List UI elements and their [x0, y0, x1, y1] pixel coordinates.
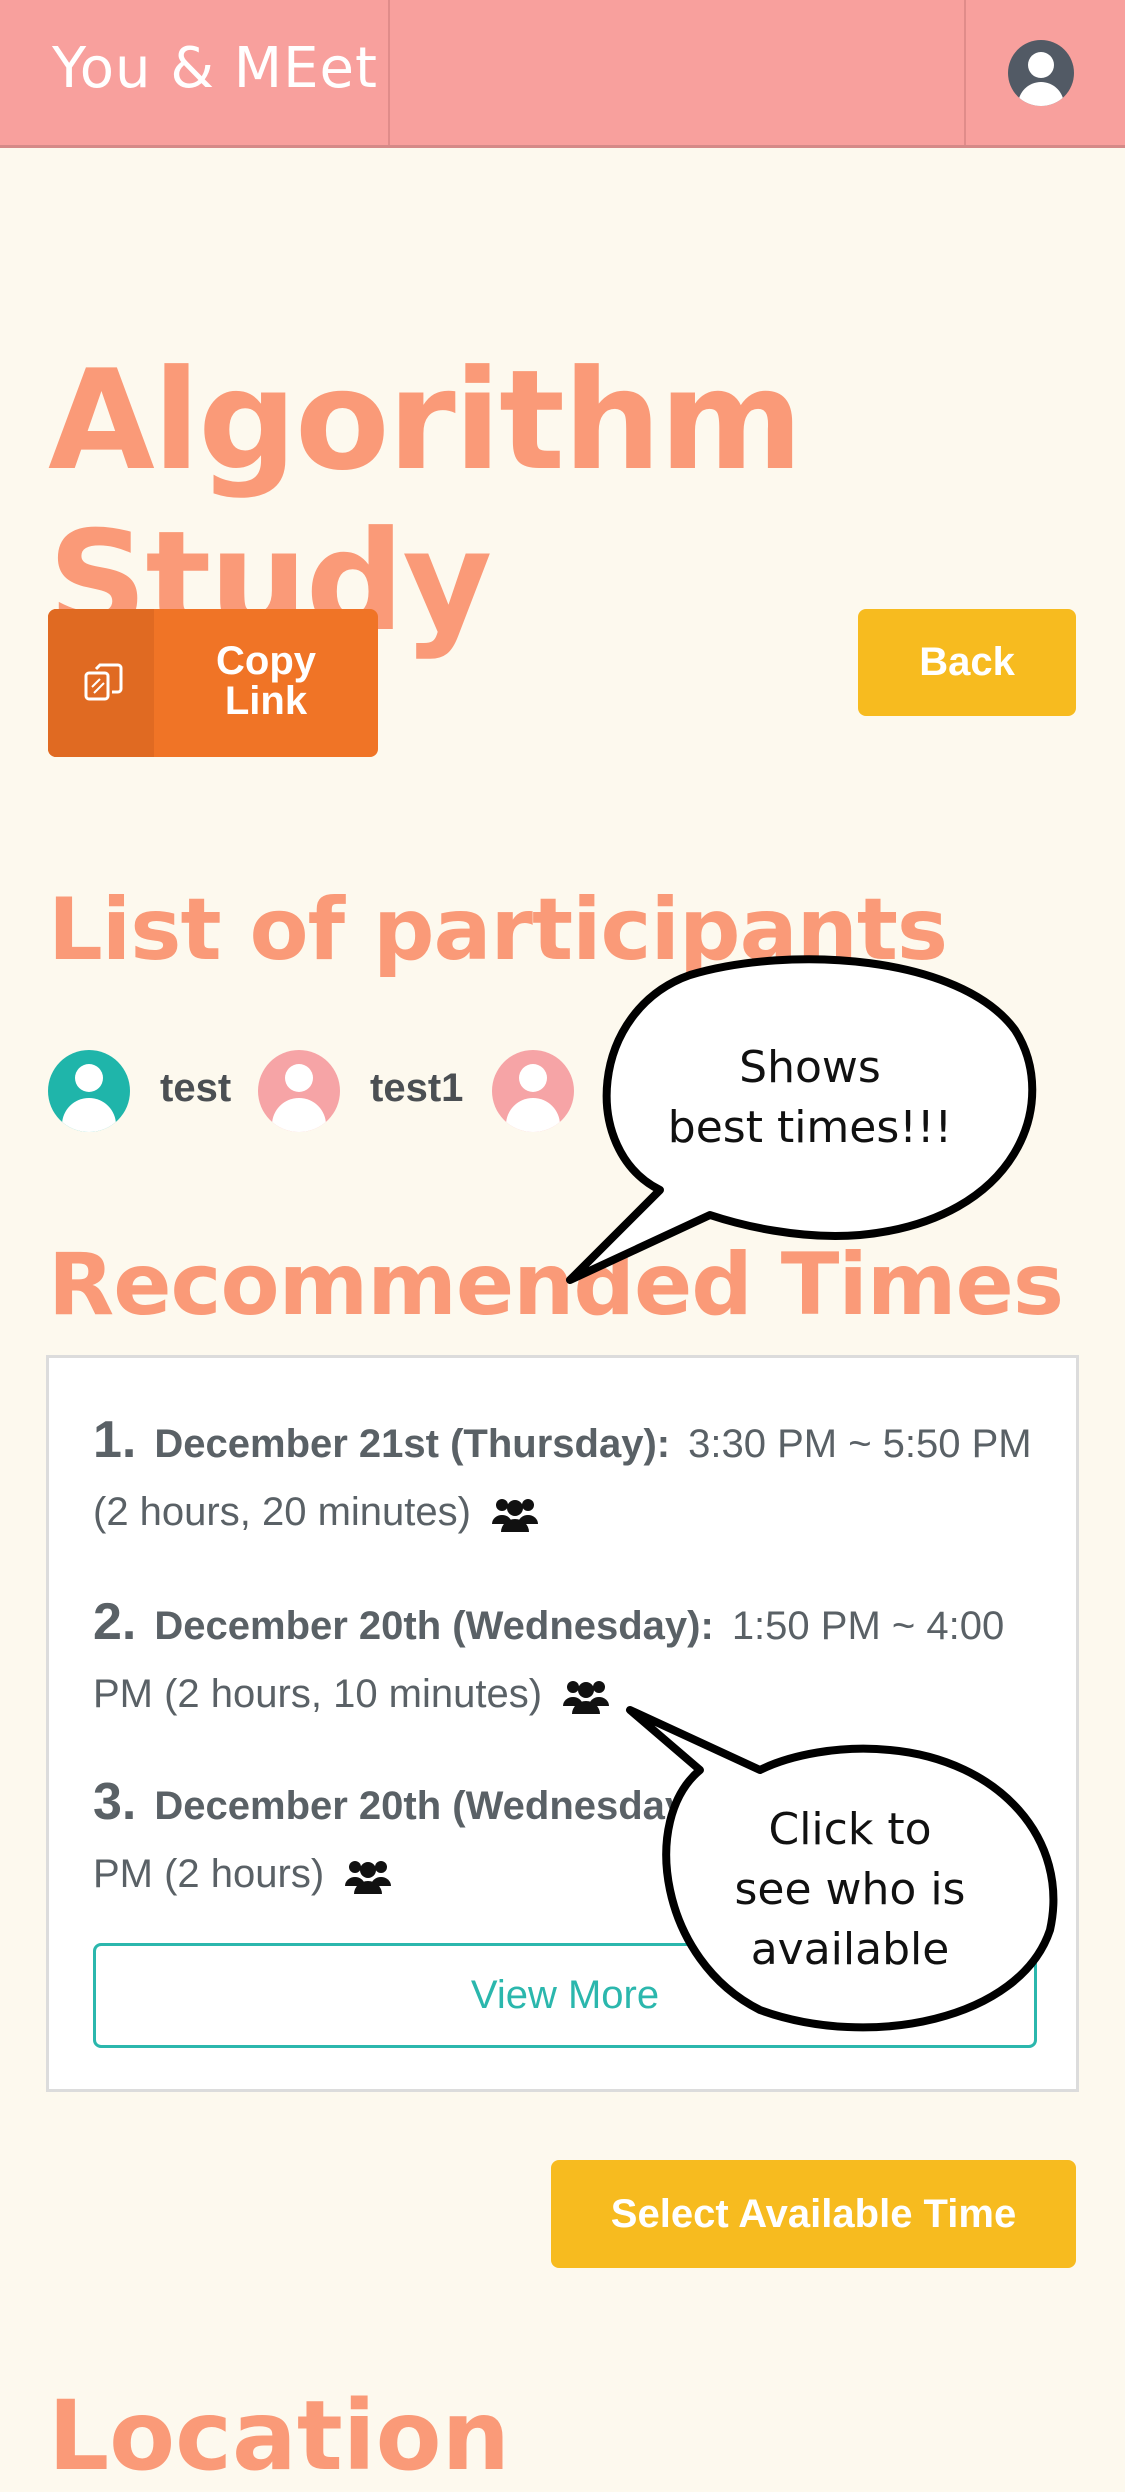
brand-logo[interactable]: You & MEet: [52, 36, 378, 101]
copy-link-label: Copy Link: [216, 639, 316, 723]
recommended-time-item[interactable]: 2. December 20th (Wednesday): 1:50 PM ~ 4:…: [93, 1588, 1043, 1728]
avatar: [492, 1050, 574, 1132]
back-button[interactable]: Back: [858, 609, 1076, 716]
recommended-time-item[interactable]: 1. December 21st (Thursday): 3:30 PM ~ 5:5…: [93, 1406, 1043, 1546]
users-group-icon[interactable]: [343, 1856, 393, 1896]
users-group-icon[interactable]: [490, 1494, 540, 1534]
navbar-divider: [964, 0, 966, 145]
annotation-best-times: Shows best times!!!: [667, 1042, 953, 1153]
item-number: 3.: [93, 1773, 137, 1831]
top-navbar: You & MEet: [0, 0, 1125, 148]
location-heading: Location: [48, 2380, 510, 2492]
avatar: [48, 1050, 130, 1132]
recommended-times-card: 1. December 21st (Thursday): 3:30 PM ~ 5:5…: [46, 1355, 1079, 2092]
navbar-divider: [388, 0, 390, 145]
item-time-range: PM (2 hours): [93, 1852, 325, 1896]
select-available-time-button[interactable]: Select Available Time: [551, 2160, 1076, 2268]
item-date: December 20th (Wednesday):: [154, 1604, 714, 1648]
recommended-times-heading: Recommended Times: [48, 1235, 1064, 1335]
item-number: 1.: [93, 1411, 137, 1469]
item-date: December 21st (Thursday):: [154, 1422, 671, 1466]
annotation-who-available: Click to see who is available: [734, 1804, 966, 1975]
item-number: 2.: [93, 1593, 137, 1651]
copy-icon-cell: [48, 609, 154, 757]
participant-name: test: [160, 1066, 232, 1110]
copy-link-button[interactable]: Copy Link: [48, 609, 378, 757]
item-date: December 20th (Wednesday):: [154, 1784, 714, 1828]
copy-icon: [84, 663, 123, 701]
avatar: [258, 1050, 340, 1132]
participants-heading: List of participants: [48, 880, 948, 980]
profile-icon[interactable]: [1008, 40, 1074, 106]
users-group-icon[interactable]: [561, 1676, 611, 1716]
participant-name: test1: [370, 1066, 464, 1110]
